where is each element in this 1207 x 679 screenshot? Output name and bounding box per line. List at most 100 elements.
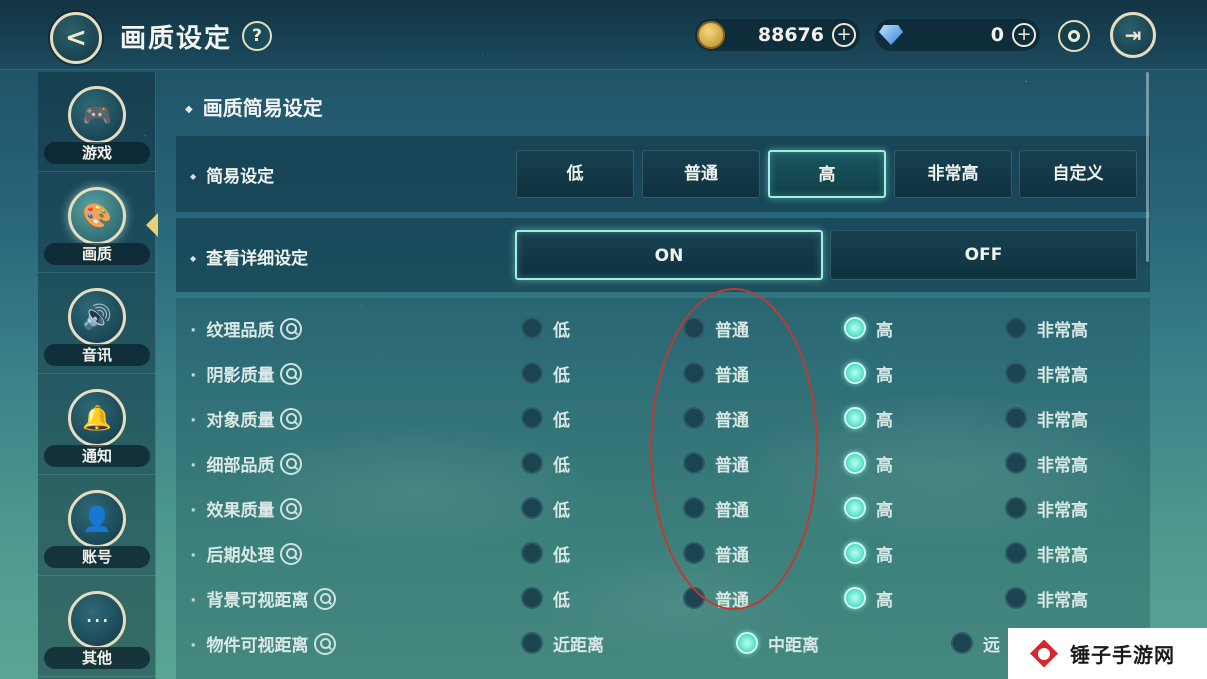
setting-row-texture: 纹理品质 低 普通 高 非常高 <box>176 306 1150 351</box>
target-button[interactable] <box>1058 20 1090 52</box>
gamepad-icon: 🎮 <box>68 86 126 144</box>
sidebar-item-label: 账号 <box>44 546 150 568</box>
magnifier-icon[interactable] <box>314 588 337 610</box>
radio-normal[interactable]: 普通 <box>683 495 749 521</box>
radio-normal[interactable]: 普通 <box>683 360 749 386</box>
radio-high[interactable]: 高 <box>844 360 893 386</box>
simple-preset-label: 简易设定 <box>190 162 274 187</box>
radio-low[interactable]: 低 <box>521 315 570 341</box>
preset-low-button[interactable]: 低 <box>516 150 634 198</box>
user-icon: 👤 <box>68 490 126 548</box>
preset-normal-button[interactable]: 普通 <box>642 150 760 198</box>
setting-label: 背景可视距离 <box>190 586 337 611</box>
radio-far[interactable]: 远 <box>951 630 1000 656</box>
magnifier-icon[interactable] <box>280 363 303 385</box>
radio-high[interactable]: 高 <box>844 585 893 611</box>
radio-very-high[interactable]: 非常高 <box>1005 360 1088 386</box>
add-gem-button[interactable]: + <box>1012 23 1036 47</box>
setting-label: 物件可视距离 <box>190 631 337 656</box>
help-button[interactable]: ? <box>242 21 272 51</box>
radio-low[interactable]: 低 <box>521 495 570 521</box>
sidebar-item-account[interactable]: 👤 账号 <box>38 476 156 576</box>
setting-label: 细部品质 <box>190 451 303 476</box>
sidebar-item-audio[interactable]: 🔊 音讯 <box>38 274 156 374</box>
setting-row-shadow: 阴影质量 低 普通 高 非常高 <box>176 351 1150 396</box>
radio-normal[interactable]: 普通 <box>683 585 749 611</box>
radio-high[interactable]: 高 <box>844 540 893 566</box>
preset-custom-button[interactable]: 自定义 <box>1019 150 1137 198</box>
magnifier-icon[interactable] <box>280 498 303 520</box>
detail-toggle-label: 查看详细设定 <box>190 244 308 269</box>
radio-very-high[interactable]: 非常高 <box>1005 405 1088 431</box>
watermark-text: 锤子手游网 <box>1070 643 1175 667</box>
watermark: 锤子手游网 <box>1008 628 1207 679</box>
magnifier-icon[interactable] <box>280 318 303 340</box>
gold-currency: 88676 + <box>695 19 860 51</box>
sidebar-item-label: 音讯 <box>44 344 150 366</box>
setting-label: 阴影质量 <box>190 361 303 386</box>
simple-preset-row: 简易设定 低 普通 高 非常高 自定义 <box>176 136 1150 212</box>
detail-settings: 纹理品质 低 普通 高 非常高 阴影质量 低 普通 高 非常高 对象质量 低 普… <box>176 298 1150 679</box>
setting-label: 后期处理 <box>190 541 303 566</box>
sidebar-item-game[interactable]: 🎮 游戏 <box>38 72 156 172</box>
exit-door-icon: ⇥ <box>1124 23 1142 47</box>
setting-label: 对象质量 <box>190 406 303 431</box>
scrollbar[interactable] <box>1146 72 1149 262</box>
radio-normal[interactable]: 普通 <box>683 540 749 566</box>
detail-on-button[interactable]: ON <box>515 230 823 280</box>
preset-very-high-button[interactable]: 非常高 <box>894 150 1012 198</box>
speaker-icon: 🔊 <box>68 288 126 346</box>
setting-row-object: 对象质量 低 普通 高 非常高 <box>176 396 1150 441</box>
more-icon: ⋯ <box>68 591 126 649</box>
radio-very-high[interactable]: 非常高 <box>1005 540 1088 566</box>
radio-high[interactable]: 高 <box>844 495 893 521</box>
gold-amount: 88676 <box>757 24 824 46</box>
radio-very-high[interactable]: 非常高 <box>1005 585 1088 611</box>
diamond-icon <box>877 23 905 47</box>
add-gold-button[interactable]: + <box>832 23 856 47</box>
radio-low[interactable]: 低 <box>521 540 570 566</box>
radio-high[interactable]: 高 <box>844 315 893 341</box>
radio-near[interactable]: 近距离 <box>521 630 604 656</box>
radio-low[interactable]: 低 <box>521 585 570 611</box>
detail-off-button[interactable]: OFF <box>830 230 1137 280</box>
sidebar-item-label: 画质 <box>44 243 150 265</box>
sidebar-item-label: 游戏 <box>44 142 150 164</box>
radio-low[interactable]: 低 <box>521 405 570 431</box>
radio-low[interactable]: 低 <box>521 360 570 386</box>
preset-high-button[interactable]: 高 <box>768 150 886 198</box>
setting-label: 纹理品质 <box>190 316 303 341</box>
section-title: 画质简易设定 <box>185 92 323 121</box>
setting-row-effect: 效果质量 低 普通 高 非常高 <box>176 486 1150 531</box>
setting-row-detail: 细部品质 低 普通 高 非常高 <box>176 441 1150 486</box>
gem-amount: 0 <box>990 24 1004 46</box>
sidebar-item-label: 其他 <box>44 647 150 669</box>
setting-row-post-processing: 后期处理 低 普通 高 非常高 <box>176 531 1150 576</box>
radio-medium[interactable]: 中距离 <box>736 630 819 656</box>
radio-high[interactable]: 高 <box>844 450 893 476</box>
sidebar-item-other[interactable]: ⋯ 其他 <box>38 577 156 677</box>
radio-very-high[interactable]: 非常高 <box>1005 495 1088 521</box>
radio-normal[interactable]: 普通 <box>683 315 749 341</box>
gem-currency: 0 + <box>875 19 1040 51</box>
radio-very-high[interactable]: 非常高 <box>1005 315 1088 341</box>
radio-normal[interactable]: 普通 <box>683 405 749 431</box>
sidebar-item-notify[interactable]: 🔔 通知 <box>38 375 156 475</box>
back-button[interactable]: < <box>50 12 102 64</box>
magnifier-icon[interactable] <box>280 408 303 430</box>
radio-high[interactable]: 高 <box>844 405 893 431</box>
target-icon <box>1068 30 1080 42</box>
setting-row-background-distance: 背景可视距离 低 普通 高 非常高 <box>176 576 1150 621</box>
exit-button[interactable]: ⇥ <box>1110 12 1156 58</box>
settings-sidebar: 🎮 游戏 🎨 画质 🔊 音讯 🔔 通知 👤 账号 ⋯ 其他 <box>38 72 158 679</box>
palette-icon: 🎨 <box>68 187 126 245</box>
radio-normal[interactable]: 普通 <box>683 450 749 476</box>
radio-low[interactable]: 低 <box>521 450 570 476</box>
setting-row-object-distance: 物件可视距离 近距离 中距离 远 <box>176 621 1150 666</box>
radio-very-high[interactable]: 非常高 <box>1005 450 1088 476</box>
magnifier-icon[interactable] <box>314 633 337 655</box>
magnifier-icon[interactable] <box>280 453 303 475</box>
sidebar-item-graphics[interactable]: 🎨 画质 <box>38 173 158 273</box>
magnifier-icon[interactable] <box>280 543 303 565</box>
back-arrow-icon: < <box>65 23 87 53</box>
